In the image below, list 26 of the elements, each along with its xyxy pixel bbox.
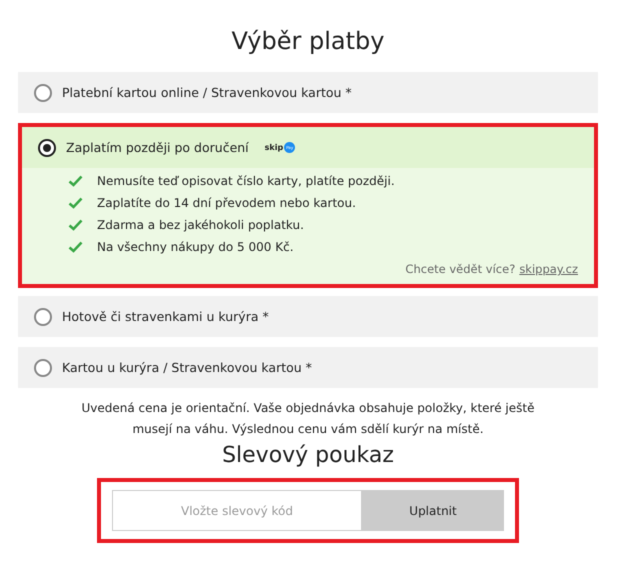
check-icon <box>68 219 83 231</box>
benefit-text: Zdarma a bez jakéhokoli poplatku. <box>97 218 304 232</box>
more-info-link[interactable]: skippay.cz <box>519 262 578 276</box>
page-title: Výběr platby <box>232 26 384 56</box>
option-label: Platební kartou online / Stravenkovou kartou * <box>62 85 352 100</box>
radio-button[interactable] <box>34 308 52 326</box>
more-info-text: Chcete vědět více? <box>405 262 516 276</box>
option-label: Kartou u kurýra / Stravenkovou kartou * <box>62 360 312 375</box>
price-note: Uvedená cena je orientační. Vaše objednávka obsahuje položky, které ještě musejí na váhu. Výslednou cenu vám sdělí kurýr na místě. <box>80 400 536 438</box>
payment-option[interactable]: Kartou u kurýra / Stravenkovou kartou * <box>18 347 598 388</box>
check-icon <box>68 175 83 187</box>
coupon-title: Slevový poukaz <box>222 442 394 470</box>
benefit-text: Na všechny nákupy do 5 000 Kč. <box>97 240 294 254</box>
payment-option[interactable]: Platební kartou online / Stravenkovou kartou * <box>18 72 598 113</box>
benefit-text: Zaplatíte do 14 dní převodem nebo kartou. <box>97 196 356 210</box>
check-icon <box>68 241 83 253</box>
option-label: Zaplatím později po doručení <box>66 140 249 155</box>
radio-button[interactable] <box>34 358 52 376</box>
check-icon <box>68 197 83 209</box>
radio-button[interactable] <box>38 138 56 156</box>
option-label: Hotově či stravenkami u kurýra * <box>62 309 269 324</box>
apply-button[interactable]: Uplatnit <box>362 490 504 531</box>
radio-button[interactable] <box>34 84 52 102</box>
benefit-text: Nemusíte teď opisovat číslo karty, platíte později. <box>97 174 395 188</box>
coupon-field[interactable]: Vložte slevový kód <box>112 490 362 531</box>
payment-option[interactable]: Hotově či stravenkami u kurýra * <box>18 296 598 337</box>
